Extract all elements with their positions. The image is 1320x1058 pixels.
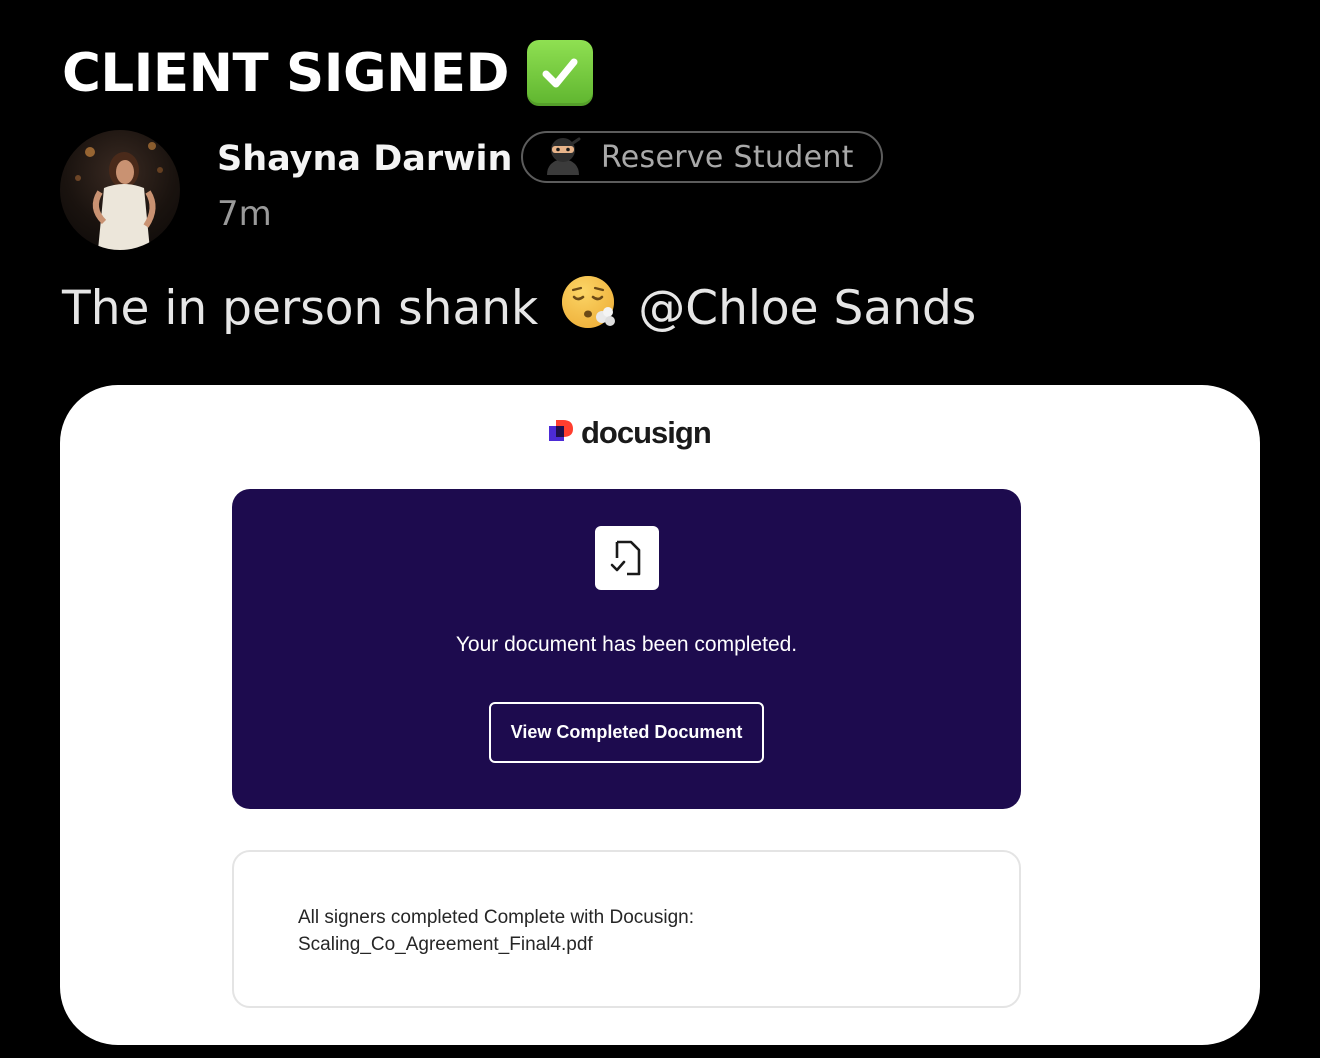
document-complete-icon <box>595 526 659 590</box>
signers-status-line: All signers completed Complete with Docu… <box>298 907 695 928</box>
document-filename: Scaling_Co_Agreement_Final4.pdf <box>298 934 593 955</box>
face-exhaling-icon <box>558 272 618 344</box>
post-title: CLIENT SIGNED <box>62 38 594 108</box>
signers-info-box: All signers completed Complete with Docu… <box>232 850 1021 1008</box>
avatar[interactable] <box>60 130 180 250</box>
check-mark-icon <box>527 40 594 106</box>
completion-message: Your document has been completed. <box>455 633 798 656</box>
docusign-wordmark: docusign <box>581 415 712 450</box>
attached-image[interactable]: docusign Your document has been complete… <box>60 385 1260 1045</box>
view-completed-document-button[interactable]: View Completed Document <box>489 702 764 763</box>
role-badge-label: Reserve Student <box>601 139 854 175</box>
mention-link[interactable]: @Chloe Sands <box>638 281 976 336</box>
docusign-logo-icon <box>549 419 575 448</box>
role-badge: Reserve Student <box>521 131 883 183</box>
docusign-logo: docusign <box>549 413 712 453</box>
post-body-text: The in person shank <box>62 280 539 336</box>
completion-card: Your document has been completed. View C… <box>232 489 1021 809</box>
post-timestamp: 7m <box>217 194 272 234</box>
post-body: The in person shank @Chloe Sands <box>62 276 976 340</box>
author-name[interactable]: Shayna Darwin <box>217 136 512 182</box>
signers-info-text: All signers completed Complete with Docu… <box>298 904 694 958</box>
post-title-text: CLIENT SIGNED <box>62 42 510 104</box>
ninja-icon <box>543 135 583 180</box>
